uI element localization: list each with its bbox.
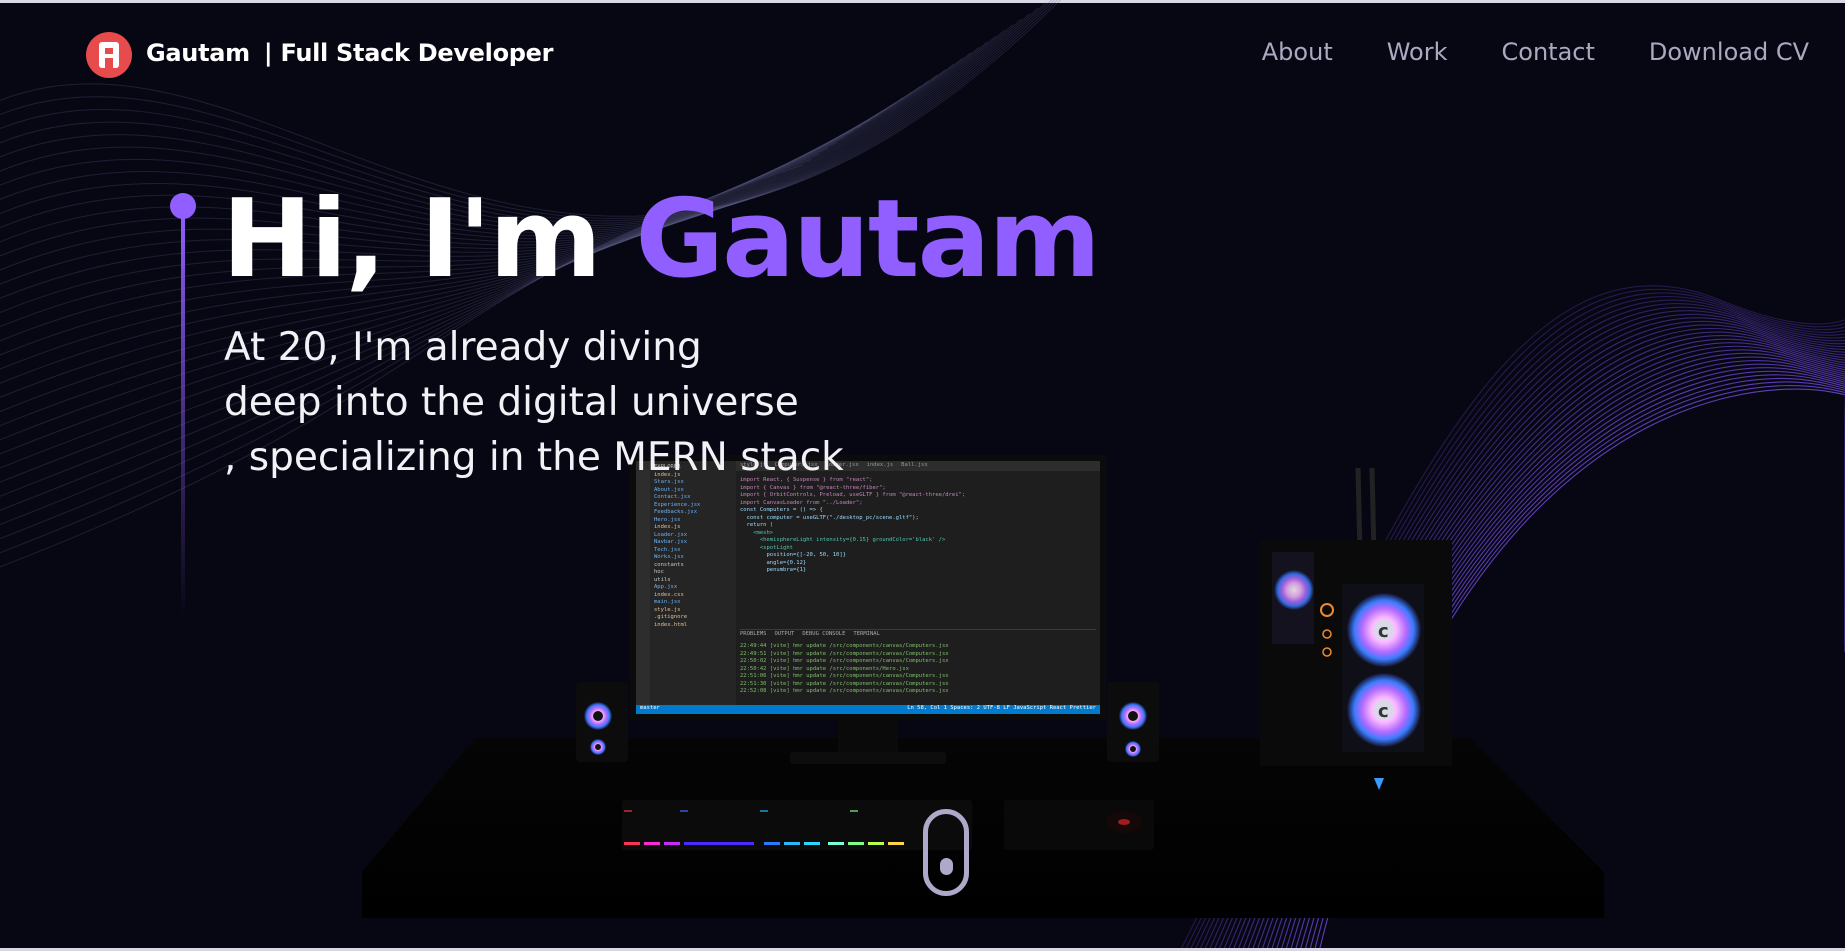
file-item: main.jsx <box>654 599 681 605</box>
accent-line <box>181 216 185 616</box>
file-item: App.jsx <box>654 584 678 590</box>
code-line: return ( <box>740 522 774 528</box>
right-speaker <box>1107 682 1159 762</box>
svg-text:c: c <box>1378 621 1389 642</box>
code-line: import { Canvas } from "@react-three/fib… <box>740 484 886 491</box>
panel-tab: OUTPUT <box>774 631 795 637</box>
hero-subtitle-line: , specializing in the MERN stack <box>224 435 844 480</box>
file-item: Navbar.jsx <box>654 539 688 545</box>
file-item: constants <box>654 561 684 568</box>
brand-title[interactable]: Gautam | Full Stack Developer <box>146 39 553 67</box>
file-item: index.html <box>654 621 688 628</box>
panel-tab: TERMINAL <box>853 631 880 637</box>
file-item: index.js <box>654 524 681 530</box>
terminal: 22:49:44 [vite] hmr update /src/componen… <box>740 643 1096 703</box>
code-line: const computer = useGLTF("./desktop_pc/s… <box>740 514 919 521</box>
status-info: Ln 58, Col 1 Spaces: 2 UTF-8 LF JavaScri… <box>907 705 1096 711</box>
terminal-line: 22:51:30 [vite] hmr update /src/componen… <box>740 680 949 687</box>
hero-name: Gautam <box>635 177 1100 302</box>
status-bar: master Ln 58, Col 1 Spaces: 2 UTF-8 LF J… <box>636 705 1100 714</box>
logo-icon <box>99 42 119 68</box>
hero-greeting: Hi, I'm <box>222 177 636 302</box>
hero-subtitle-line: deep into the digital universe <box>224 380 799 425</box>
file-item: Tech.jsx <box>654 546 681 553</box>
svg-text:c: c <box>1378 701 1389 722</box>
brand-tagline: | Full Stack Developer <box>263 39 554 67</box>
pc-tower: c c <box>1260 467 1452 790</box>
code-line: import CanvasLoader from "../Loader"; <box>740 499 863 506</box>
brand-name: Gautam <box>146 39 250 67</box>
file-item: utils <box>654 576 671 583</box>
code-line: <hemisphereLight intensity={0.15} ground… <box>740 537 946 543</box>
keyboard <box>622 800 1154 850</box>
activity-bar <box>636 461 650 714</box>
file-item: style.js <box>654 606 681 613</box>
editor-tab: Ball.jsx <box>901 462 928 468</box>
explorer-sidebar: EXPLORER index.js Stars.jsx About.jsx Conta… <box>650 461 736 705</box>
scroll-dot <box>939 858 953 875</box>
code-line: const Computers = () => { <box>740 507 823 513</box>
terminal-line: 22:52:08 [vite] hmr update /src/componen… <box>740 688 949 694</box>
logo[interactable] <box>86 32 132 78</box>
panel-tabs: PROBLEMS OUTPUT DEBUG CONSOLE TERMINAL <box>740 629 1096 637</box>
code-editor-screen: EXPLORER index.js Stars.jsx About.jsx Conta… <box>636 461 1100 714</box>
panel-tab: DEBUG CONSOLE <box>802 631 846 637</box>
panel-tab: PROBLEMS <box>740 631 767 637</box>
code-line: angle={0.12} <box>740 559 807 566</box>
file-item: Contact.jsx <box>654 494 691 500</box>
code-line: import { OrbitControls, Preload, useGLTF… <box>740 492 966 498</box>
file-item: Hero.jsx <box>654 516 681 523</box>
file-item: index.css <box>654 591 684 598</box>
left-speaker <box>576 682 628 762</box>
navbar: Gautam | Full Stack Developer About Work… <box>0 0 1845 110</box>
terminal-line: 22:50:02 [vite] hmr update /src/componen… <box>740 658 949 664</box>
nav-link-work[interactable]: Work <box>1387 38 1448 66</box>
code-line: <mesh> <box>740 529 774 536</box>
file-item: Feedbacks.jsx <box>654 509 698 515</box>
file-item: About.jsx <box>654 486 684 493</box>
terminal-line: 22:49:51 [vite] hmr update /src/componen… <box>740 650 949 657</box>
code-line: <spotLight <box>740 544 793 551</box>
terminal-line: 22:51:06 [vite] hmr update /src/componen… <box>740 673 949 679</box>
nav-links: About Work Contact Download CV <box>1262 38 1809 66</box>
nav-link-contact[interactable]: Contact <box>1502 38 1595 66</box>
file-item: Experience.jsx <box>654 501 701 508</box>
editor-tab: index.js <box>866 462 894 468</box>
code-area: import React, { Suspense } from "react";… <box>740 477 1096 625</box>
nav-link-download-cv[interactable]: Download CV <box>1649 38 1809 66</box>
hero-title: Hi, I'm Gautam <box>222 177 1101 302</box>
code-line: position={[-20, 50, 10]} <box>740 552 846 558</box>
terminal-line: 22:50:42 [vite] hmr update /src/componen… <box>740 665 909 672</box>
nav-link-about[interactable]: About <box>1262 38 1333 66</box>
file-item: hoc <box>654 569 664 575</box>
terminal-line: 22:49:44 [vite] hmr update /src/componen… <box>740 643 949 649</box>
mouse-scroll-icon[interactable] <box>923 809 969 896</box>
file-item: Loader.jsx <box>654 531 688 538</box>
file-item: Works.jsx <box>654 554 684 560</box>
code-line: penumbra={1} <box>740 567 807 573</box>
hero-subtitle: At 20, I'm already diving deep into the … <box>224 320 844 485</box>
file-tree: index.js Stars.jsx About.jsx Contact.jsx Exp… <box>654 472 732 630</box>
hero-subtitle-line: At 20, I'm already diving <box>224 325 702 370</box>
status-branch: master <box>640 705 660 711</box>
file-item: .gitignore <box>654 614 688 620</box>
